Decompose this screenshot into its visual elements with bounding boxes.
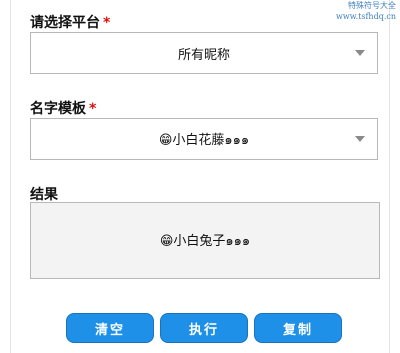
platform-select-value: 所有昵称 xyxy=(177,47,230,63)
platform-label: 请选择平台 * xyxy=(30,12,110,32)
template-label: 名字模板 * xyxy=(30,98,96,118)
template-select[interactable]: 😁小白花藤๑๑๑ xyxy=(30,118,378,160)
template-select-value: 😁小白花藤๑๑๑ xyxy=(158,132,250,148)
clear-button[interactable]: 清空 xyxy=(66,313,154,343)
platform-select[interactable]: 所有昵称 xyxy=(30,32,378,74)
result-label: 结果 xyxy=(30,184,58,204)
chevron-down-icon xyxy=(355,136,365,142)
required-mark: * xyxy=(103,15,111,31)
result-label-text: 结果 xyxy=(30,187,58,203)
result-output: 😁小白兔子๑๑๑ xyxy=(30,202,380,279)
result-value: 😁小白兔子๑๑๑ xyxy=(159,234,251,249)
run-button[interactable]: 执行 xyxy=(160,313,248,343)
site-watermark: 特殊符号大全 www.tsfhdq.cn xyxy=(336,0,396,22)
watermark-title: 特殊符号大全 xyxy=(348,1,396,10)
platform-label-text: 请选择平台 xyxy=(30,15,100,31)
template-label-text: 名字模板 xyxy=(30,101,86,117)
chevron-down-icon xyxy=(355,50,365,56)
watermark-url: www.tsfhdq.cn xyxy=(336,12,396,21)
copy-button[interactable]: 复制 xyxy=(254,313,342,343)
required-mark: * xyxy=(89,101,97,117)
